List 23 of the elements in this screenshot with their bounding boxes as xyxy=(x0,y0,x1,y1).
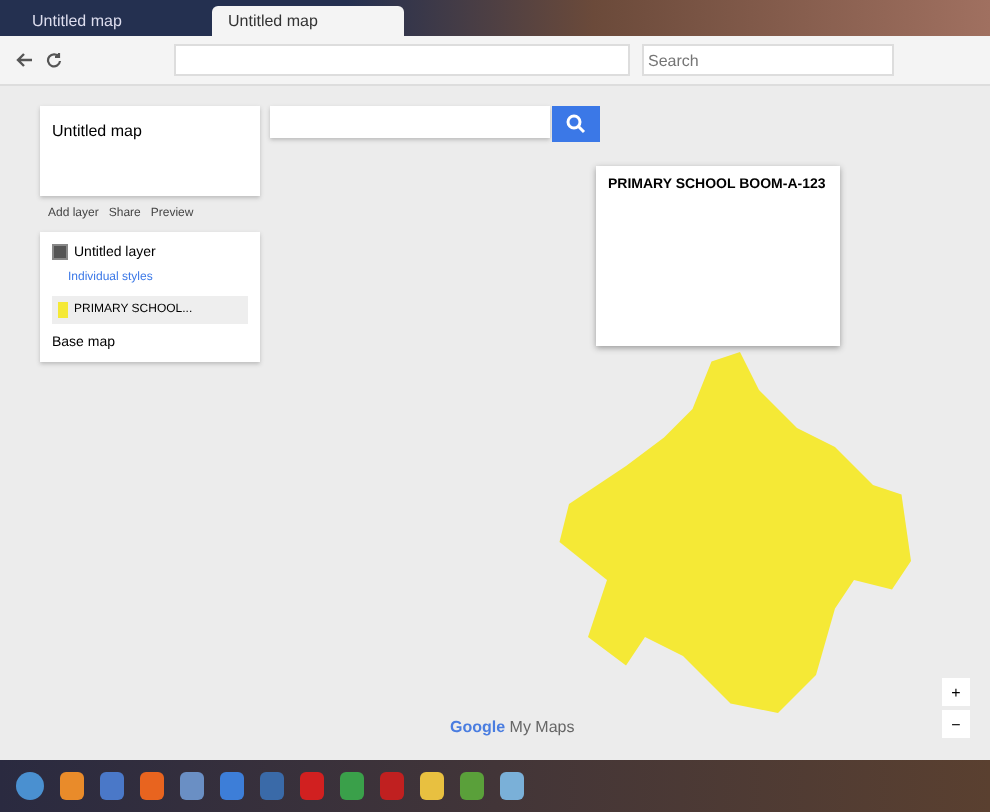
search-icon xyxy=(566,114,586,134)
taskbar-app-icon[interactable] xyxy=(460,772,484,800)
taskbar-app-icon[interactable] xyxy=(500,772,524,800)
browser-tab[interactable]: Untitled map xyxy=(16,6,208,36)
search-field[interactable]: Search xyxy=(642,44,894,76)
taskbar-app-icon[interactable] xyxy=(220,772,244,800)
zoom-button[interactable]: + xyxy=(942,678,970,706)
taskbar-app-icon[interactable] xyxy=(340,772,364,800)
map-logo: Google My Maps xyxy=(450,718,575,736)
search-button[interactable] xyxy=(552,106,600,142)
map-title[interactable]: Untitled map xyxy=(40,106,260,196)
refresh-icon[interactable] xyxy=(46,52,62,68)
zoom-button[interactable]: − xyxy=(942,710,970,738)
taskbar-app-icon[interactable] xyxy=(140,772,164,800)
start-icon[interactable] xyxy=(16,772,44,800)
back-icon[interactable] xyxy=(16,52,34,68)
taskbar-app-icon[interactable] xyxy=(60,772,84,800)
taskbar-app-icon[interactable] xyxy=(100,772,124,800)
taskbar-app-icon[interactable] xyxy=(180,772,204,800)
taskbar-app-icon[interactable] xyxy=(420,772,444,800)
map-search-field[interactable] xyxy=(270,106,550,138)
layer-checkbox[interactable] xyxy=(52,244,68,260)
browser-tab[interactable]: Untitled map xyxy=(212,6,404,36)
